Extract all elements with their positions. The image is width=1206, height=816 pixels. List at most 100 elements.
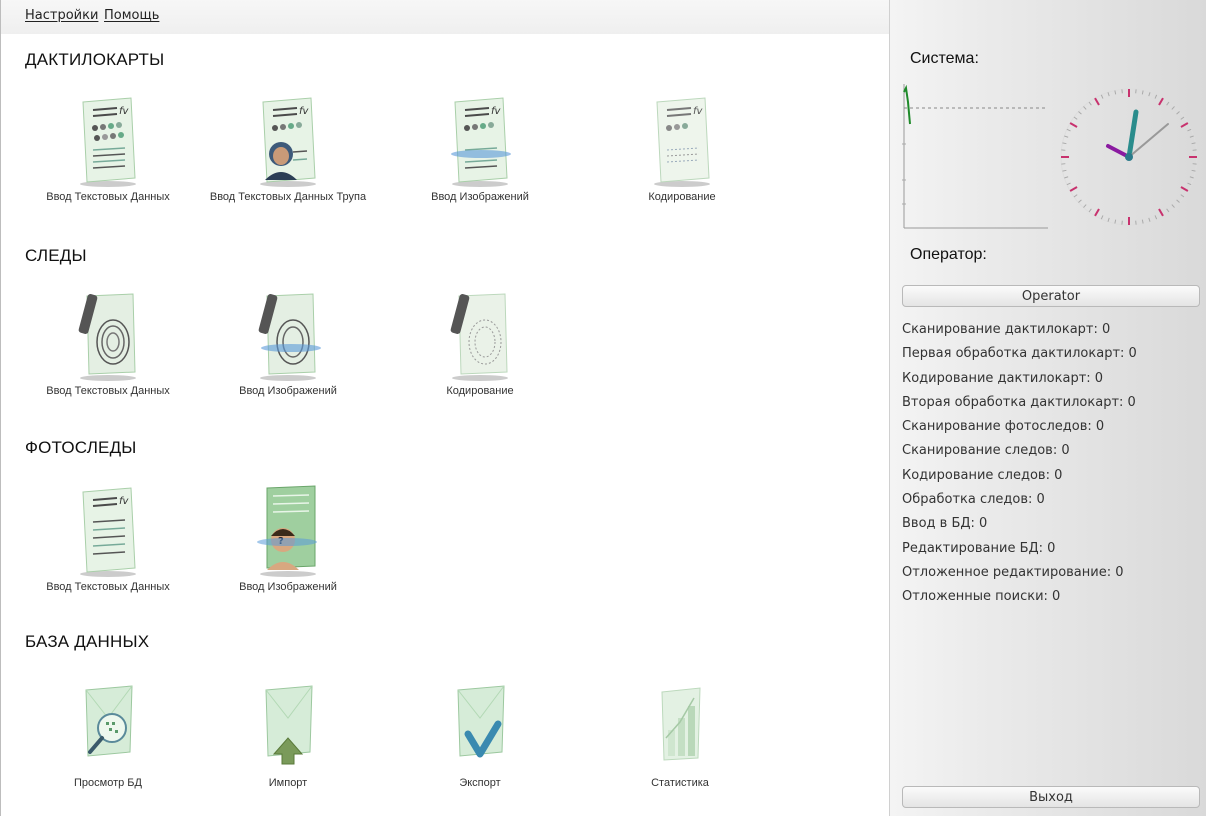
stat-item: Кодирование дактилокарт: 0 bbox=[902, 370, 1104, 386]
clock-icon bbox=[1060, 88, 1198, 226]
dactylocard-text-input-tile[interactable]: fv Ввод Текстовых Данных bbox=[23, 92, 193, 204]
section-title-phototraces: ФОТОСЛЕДЫ bbox=[25, 438, 137, 457]
clock-tick bbox=[1176, 111, 1180, 115]
stat-item: Сканирование дактилокарт: 0 bbox=[902, 322, 1111, 337]
tile-label: Ввод Текстовых Данных Трупа bbox=[209, 191, 367, 203]
dactylocard-encode-tile[interactable]: fv Кодирование bbox=[597, 92, 767, 204]
clock-tick bbox=[1064, 135, 1069, 138]
system-load-chart bbox=[902, 84, 1048, 229]
clock-tick bbox=[1148, 92, 1151, 97]
clock-tick bbox=[1189, 176, 1194, 179]
clock-tick bbox=[1189, 135, 1194, 138]
stat-item: Кодирование следов: 0 bbox=[902, 467, 1063, 483]
clock-tick bbox=[1094, 97, 1100, 106]
operator-stats-list: Сканирование дактилокарт: 0 Первая обраб… bbox=[902, 318, 1202, 610]
clock-tick bbox=[1062, 142, 1067, 145]
stat-item: Ввод в БД: 0 bbox=[902, 516, 988, 532]
svg-text:fv: fv bbox=[491, 106, 502, 117]
tile-label: Кодирование bbox=[648, 191, 716, 203]
phototrace-image-input-tile[interactable]: ? Ввод Изображений bbox=[203, 482, 373, 594]
clock-tick bbox=[1180, 194, 1185, 198]
db-view-tile[interactable]: Просмотр БД bbox=[23, 678, 193, 790]
clock-tick bbox=[1100, 94, 1104, 99]
trace-image-input-tile[interactable]: Ввод Изображений bbox=[203, 286, 373, 398]
side-panel: Система: Оператор: Operator Сканирование… bbox=[889, 0, 1206, 816]
db-statistics-tile[interactable]: Статистика bbox=[595, 678, 765, 790]
stat-item: Сканирование следов: 0 bbox=[902, 443, 1070, 459]
clock-tick bbox=[1094, 208, 1100, 217]
stat-item: Отложенное редактирование: 0 bbox=[902, 564, 1124, 580]
stat-item: Первая обработка дактилокарт: 0 bbox=[902, 346, 1137, 362]
clock-tick bbox=[1141, 90, 1144, 95]
clock-tick bbox=[1088, 101, 1092, 106]
clock-tick bbox=[1107, 217, 1110, 222]
exit-button[interactable]: Выход bbox=[902, 786, 1200, 808]
system-label: Система: bbox=[910, 50, 979, 67]
clock-tick bbox=[1171, 204, 1175, 208]
menu-help[interactable]: Помощь bbox=[104, 8, 159, 23]
stat-item: Обработка следов: 0 bbox=[902, 492, 1045, 508]
operator-button[interactable]: Operator bbox=[902, 285, 1200, 307]
svg-text:fv: fv bbox=[119, 496, 130, 507]
tile-label: Ввод Изображений bbox=[239, 581, 337, 593]
trace-text-input-tile[interactable]: Ввод Текстовых Данных bbox=[23, 286, 193, 398]
tile-label: Просмотр БД bbox=[74, 777, 142, 789]
clock-tick bbox=[1073, 194, 1078, 198]
tile-label: Ввод Текстовых Данных bbox=[46, 385, 170, 397]
svg-text:fv: fv bbox=[693, 106, 704, 117]
trace-scan-icon bbox=[258, 293, 321, 381]
clock-tick bbox=[1166, 208, 1170, 213]
clock-tick bbox=[1180, 122, 1189, 128]
clock-tick bbox=[1073, 116, 1078, 120]
clock-tick bbox=[1158, 208, 1164, 217]
svg-text:fv: fv bbox=[119, 106, 130, 117]
clock-tick bbox=[1083, 106, 1087, 110]
clock-tick bbox=[1191, 169, 1196, 172]
clock-tick bbox=[1180, 186, 1189, 192]
clock-tick bbox=[1187, 128, 1192, 132]
clock-tick bbox=[1114, 219, 1117, 224]
clock-tick bbox=[1154, 94, 1158, 99]
photo-text-icon: fv bbox=[80, 487, 136, 577]
fingerprint-card-icon: fv bbox=[80, 97, 136, 187]
clock-tick bbox=[1078, 111, 1082, 115]
db-import-icon bbox=[265, 685, 313, 765]
section-title-traces: СЛЕДЫ bbox=[25, 246, 87, 265]
stat-item: Вторая обработка дактилокарт: 0 bbox=[902, 394, 1136, 410]
scan-card-icon: fv bbox=[451, 97, 511, 187]
clock-tick bbox=[1187, 182, 1192, 186]
clock-tick bbox=[1176, 199, 1180, 203]
tile-label: Ввод Изображений bbox=[239, 385, 337, 397]
dactylocard-image-input-tile[interactable]: fv Ввод Изображений bbox=[395, 92, 565, 204]
tile-label: Импорт bbox=[268, 777, 308, 789]
dactylocard-corpse-input-tile[interactable]: fv Ввод Текстовых Данных Трупа bbox=[203, 92, 373, 204]
clock-tick bbox=[1100, 215, 1104, 220]
svg-text:fv: fv bbox=[299, 106, 310, 117]
stat-item: Редактирование БД: 0 bbox=[902, 540, 1056, 556]
corpse-card-icon: fv bbox=[260, 97, 316, 187]
tile-label: Экспорт bbox=[459, 777, 501, 789]
clock-tick bbox=[1171, 106, 1175, 110]
db-import-tile[interactable]: Импорт bbox=[203, 678, 373, 790]
db-statistics-icon bbox=[661, 687, 701, 761]
trace-encode-tile[interactable]: Кодирование bbox=[395, 286, 565, 398]
clock-tick bbox=[1114, 90, 1117, 95]
main-panel: ДАКТИЛОКАРТЫ fv Ввод Текстовых Данных fv… bbox=[1, 34, 889, 816]
operator-label: Оператор: bbox=[910, 246, 987, 263]
clock-tick bbox=[1062, 169, 1067, 172]
menu-settings[interactable]: Настройки bbox=[25, 8, 98, 23]
phototrace-text-input-tile[interactable]: fv Ввод Текстовых Данных bbox=[23, 482, 193, 594]
clock-tick bbox=[1064, 176, 1069, 179]
clock-tick bbox=[1141, 219, 1144, 224]
tile-label: Ввод Изображений bbox=[431, 191, 529, 203]
clock-tick bbox=[1078, 199, 1082, 203]
encode-card-icon: fv bbox=[654, 97, 710, 187]
clock-tick bbox=[1066, 128, 1071, 132]
menu-bar: Настройки Помощь bbox=[1, 0, 889, 35]
clock-tick bbox=[1066, 182, 1071, 186]
tile-label: Ввод Текстовых Данных bbox=[46, 191, 170, 203]
section-title-database: БАЗА ДАННЫХ bbox=[25, 632, 150, 651]
db-export-tile[interactable]: Экспорт bbox=[395, 678, 565, 790]
tile-label: Кодирование bbox=[446, 385, 514, 397]
clock-tick bbox=[1107, 92, 1110, 97]
